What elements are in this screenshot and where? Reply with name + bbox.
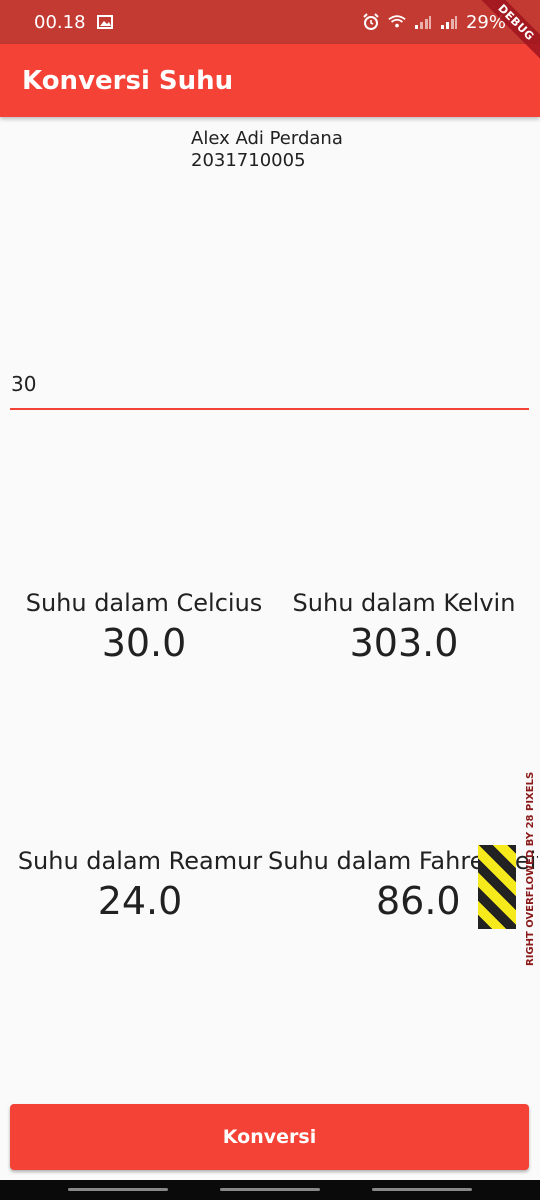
debug-label: DEBUG (467, 0, 540, 71)
celcius-value: 30.0 (101, 621, 187, 665)
author-info: Alex Adi Perdana 2031710005 (191, 128, 343, 172)
reamur-result: Suhu dalam Reamur 24.0 (10, 846, 270, 924)
status-bar: 00.18 29% (0, 0, 540, 44)
konversi-button[interactable]: Konversi (10, 1104, 529, 1170)
overflow-indicator (478, 845, 516, 929)
kelvin-label: Suhu dalam Kelvin (292, 589, 516, 617)
celcius-result: Suhu dalam Celcius 30.0 (12, 588, 276, 666)
signal-icon (440, 14, 458, 30)
navigation-bar (0, 1180, 540, 1200)
kelvin-result: Suhu dalam Kelvin 303.0 (280, 588, 528, 666)
temperature-input[interactable] (10, 360, 529, 410)
reamur-value: 24.0 (97, 879, 183, 923)
nav-handle[interactable] (68, 1188, 168, 1191)
alarm-icon (362, 13, 380, 30)
nav-handle[interactable] (372, 1188, 472, 1191)
status-time: 00.18 (34, 11, 86, 33)
image-icon (96, 14, 114, 30)
nav-handle[interactable] (220, 1188, 320, 1191)
screen: 00.18 29% DEBUG Konversi Suhu Alex Adi P… (0, 0, 540, 1200)
debug-banner: DEBUG (460, 0, 540, 80)
app-title: Konversi Suhu (22, 65, 234, 96)
reamur-label: Suhu dalam Reamur (17, 847, 263, 875)
overflow-warning: RIGHT OVERFLOWED BY 28 PIXELS (525, 771, 536, 966)
author-name: Alex Adi Perdana (191, 128, 343, 149)
app-bar: Konversi Suhu (0, 44, 540, 117)
celcius-label: Suhu dalam Celcius (25, 589, 263, 617)
wifi-icon (388, 14, 406, 30)
signal-icon (414, 14, 432, 30)
author-id: 2031710005 (191, 150, 306, 171)
kelvin-value: 303.0 (349, 621, 459, 665)
